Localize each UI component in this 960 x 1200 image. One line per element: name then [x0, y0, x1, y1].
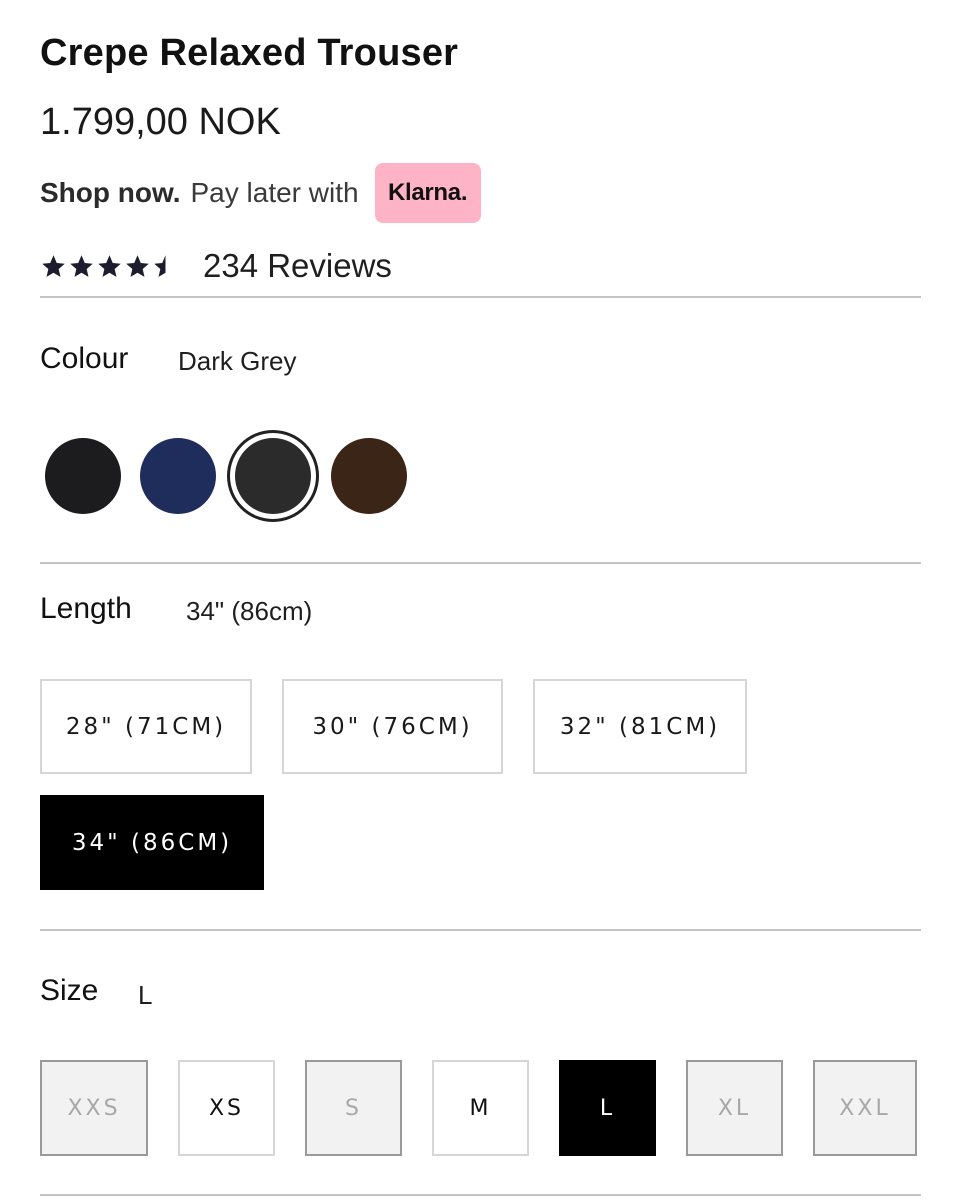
colour-selected-value: Dark Grey: [178, 346, 297, 376]
divider: [40, 1194, 921, 1196]
size-option-xxs[interactable]: XXS: [40, 1060, 148, 1156]
reviews-count-link[interactable]: 234 Reviews: [203, 247, 392, 285]
star-icon: [126, 254, 149, 277]
product-title: Crepe Relaxed Trouser: [40, 32, 459, 74]
size-option-xl[interactable]: XL: [686, 1060, 783, 1156]
size-label: Size: [40, 974, 99, 1007]
colour-swatch-navy[interactable]: [140, 438, 216, 514]
colour-label: Colour: [40, 342, 129, 375]
klarna-logo[interactable]: Klarna.: [374, 163, 481, 223]
size-option-s[interactable]: S: [305, 1060, 402, 1156]
size-option-xxl[interactable]: XXL: [813, 1060, 917, 1156]
length-option-30[interactable]: 30" (76CM): [282, 679, 503, 774]
size-option-xs[interactable]: XS: [178, 1060, 275, 1156]
colour-swatch-dark-grey[interactable]: [235, 438, 311, 514]
klarna-shop-now-text: Shop now.: [40, 177, 181, 208]
klarna-pay-later-text: Pay later with: [190, 177, 359, 208]
klarna-promo: Shop now. Pay later with Klarna.: [40, 163, 481, 223]
colour-swatch-black[interactable]: [45, 438, 121, 514]
colour-swatch-brown[interactable]: [331, 438, 407, 514]
divider: [40, 929, 921, 931]
length-selected-value: 34" (86cm): [186, 596, 313, 626]
divider: [40, 296, 921, 298]
star-rating: [40, 253, 179, 280]
size-selected-value: L: [138, 980, 153, 1010]
half-star-icon: [154, 254, 166, 277]
star-icon: [42, 254, 65, 277]
size-option-l[interactable]: L: [559, 1060, 656, 1156]
divider: [40, 562, 921, 564]
length-option-32[interactable]: 32" (81CM): [533, 679, 747, 774]
length-label: Length: [40, 592, 132, 625]
rating-summary[interactable]: 234 Reviews: [40, 244, 392, 288]
star-icon: [98, 254, 121, 277]
product-price: 1.799,00 NOK: [40, 101, 281, 143]
size-option-m[interactable]: M: [432, 1060, 529, 1156]
length-option-28[interactable]: 28" (71CM): [40, 679, 252, 774]
length-option-34[interactable]: 34" (86CM): [40, 795, 264, 890]
star-icon: [70, 254, 93, 277]
